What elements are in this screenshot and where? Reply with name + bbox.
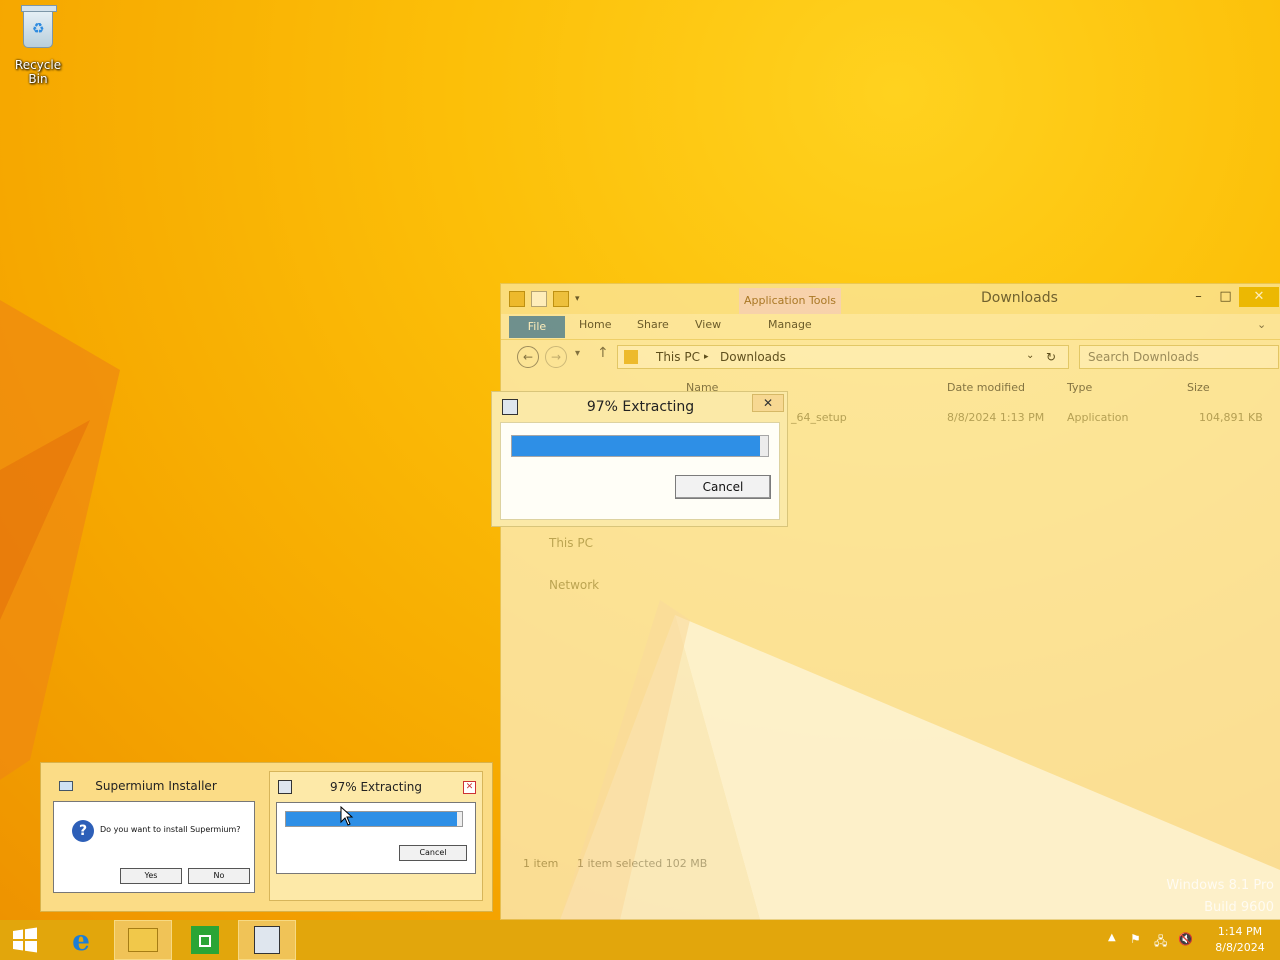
installer-question: Do you want to install Supermium? [100,825,241,834]
address-dropdown-icon[interactable]: ⌄ [1026,350,1034,361]
no-button[interactable]: No [188,868,250,884]
installer-dialog-thumbnail: ? Do you want to install Supermium? Yes … [53,801,255,893]
breadcrumb-separator-icon: ▸ [704,352,709,362]
thumbnail-installer-title: Supermium Installer [95,779,217,793]
nav-this-pc[interactable]: This PC [549,536,593,550]
installer-taskbar-icon[interactable] [238,920,296,960]
refresh-icon[interactable]: ↻ [1046,350,1056,364]
file-explorer-icon[interactable] [114,920,172,960]
ie-glyph: e [72,923,90,957]
downloads-folder-icon [624,350,638,364]
tab-share[interactable]: Share [637,318,669,331]
expand-ribbon-icon[interactable]: ⌄ [1257,318,1266,331]
breadcrumb-this-pc[interactable]: This PC [656,350,700,364]
clock[interactable]: 1:14 PM 8/8/2024 [1210,924,1270,956]
tab-home[interactable]: Home [579,318,611,331]
file-size: 104,891 KB [1199,411,1263,424]
status-selected: 1 item selected 102 MB [577,857,708,870]
watermark-build: Build 9600 [1204,900,1274,915]
breadcrumb-downloads[interactable]: Downloads [720,350,786,364]
tab-view[interactable]: View [695,318,721,331]
taskbar: e ▲ ⚑ 🖧 🔇 1:14 PM 8/8/2024 [0,920,1280,960]
close-icon[interactable]: ✕ [1239,287,1279,307]
folder-glyph [128,928,158,952]
store-window-glyph [199,935,211,947]
search-input[interactable]: Search Downloads [1079,345,1279,369]
installer-glyph [254,926,280,954]
column-size[interactable]: Size [1187,381,1210,394]
window-controls: – □ ✕ [1185,287,1279,307]
action-center-flag-icon[interactable]: ⚑ [1130,932,1141,946]
maximize-icon[interactable]: □ [1212,287,1239,307]
recycle-bin-label: Recycle Bin [14,58,62,86]
minimize-icon[interactable]: – [1185,287,1212,307]
quick-access-toolbar: ▾ [509,291,580,307]
recycle-bin-icon: ♻ [21,5,57,48]
tab-manage[interactable]: Manage [768,318,812,331]
extracting-dialog-body: Cancel [500,422,780,520]
store-icon[interactable] [180,920,230,960]
thumbnail-progress-fill [286,812,457,826]
thumbnail-extracting[interactable]: 97% Extracting ✕ Cancel [269,771,483,901]
recycle-bin[interactable]: ♻ Recycle Bin [4,5,72,86]
folder-icon[interactable] [509,291,525,307]
thumbnail-close-icon[interactable]: ✕ [463,781,476,794]
network-icon[interactable]: 🖧 [1154,932,1167,953]
show-hidden-icons-icon[interactable]: ▲ [1108,932,1116,943]
tab-file[interactable]: File [509,316,565,338]
file-date: 8/8/2024 1:13 PM [947,411,1045,424]
store-glyph [191,926,219,954]
ribbon-tabs: File Home Share View Manage ⌄ [501,314,1280,340]
internet-explorer-icon[interactable]: e [56,920,106,960]
volume-muted-icon[interactable]: 🔇 [1178,932,1193,946]
desktop: ♻ Recycle Bin ▾ Application Tools Downlo… [0,0,1280,920]
address-bar[interactable]: This PC ▸ Downloads ⌄ ↻ [617,345,1069,369]
taskbar-thumbnail-preview: Supermium Installer ? Do you want to ins… [40,762,493,912]
status-item-count: 1 item [523,857,559,870]
application-tools-tab[interactable]: Application Tools [739,288,841,314]
clock-date: 8/8/2024 [1215,941,1265,954]
column-type[interactable]: Type [1067,381,1092,394]
start-button[interactable] [0,920,50,960]
column-date-modified[interactable]: Date modified [947,381,1025,394]
file-name: _64_setup [791,411,847,424]
windows-logo-icon [13,927,37,953]
clock-time: 1:14 PM [1217,925,1263,938]
extracting-dialog-thumbnail: Cancel [276,802,476,874]
explorer-title: Downloads [981,290,1058,306]
recent-locations-icon[interactable]: ▾ [575,348,580,359]
thumbnail-progress-bar [285,811,463,827]
cancel-button[interactable]: Cancel [675,475,771,499]
explorer-window[interactable]: ▾ Application Tools Downloads – □ ✕ File… [500,283,1280,920]
question-icon: ? [72,820,94,842]
up-icon[interactable]: ↑ [597,345,609,361]
thumbnail-extracting-title: 97% Extracting [329,780,423,794]
back-icon[interactable]: ← [517,346,539,368]
extracting-dialog-title: 97% Extracting [586,399,695,415]
nav-network[interactable]: Network [549,578,599,592]
extract-progress-fill [512,436,761,456]
explorer-titlebar[interactable]: ▾ Application Tools Downloads – □ ✕ [501,284,1280,314]
new-folder-icon[interactable] [553,291,569,307]
close-button[interactable]: ✕ [752,394,784,412]
thumbnail-cancel-button[interactable]: Cancel [399,845,467,861]
file-type: Application [1067,411,1129,424]
watermark-edition: Windows 8.1 Pro [1166,878,1274,893]
yes-button[interactable]: Yes [120,868,182,884]
mouse-cursor-icon [340,806,354,826]
extracting-dialog[interactable]: 97% Extracting ✕ Cancel [491,391,788,527]
thumbnail-installer[interactable]: Supermium Installer ? Do you want to ins… [47,771,265,901]
extract-progress-bar [511,435,769,457]
address-row: ← → ▾ ↑ This PC ▸ Downloads ⌄ ↻ Search D… [501,342,1280,374]
properties-icon[interactable] [531,291,547,307]
customize-arrow-icon[interactable]: ▾ [575,294,580,304]
forward-icon[interactable]: → [545,346,567,368]
